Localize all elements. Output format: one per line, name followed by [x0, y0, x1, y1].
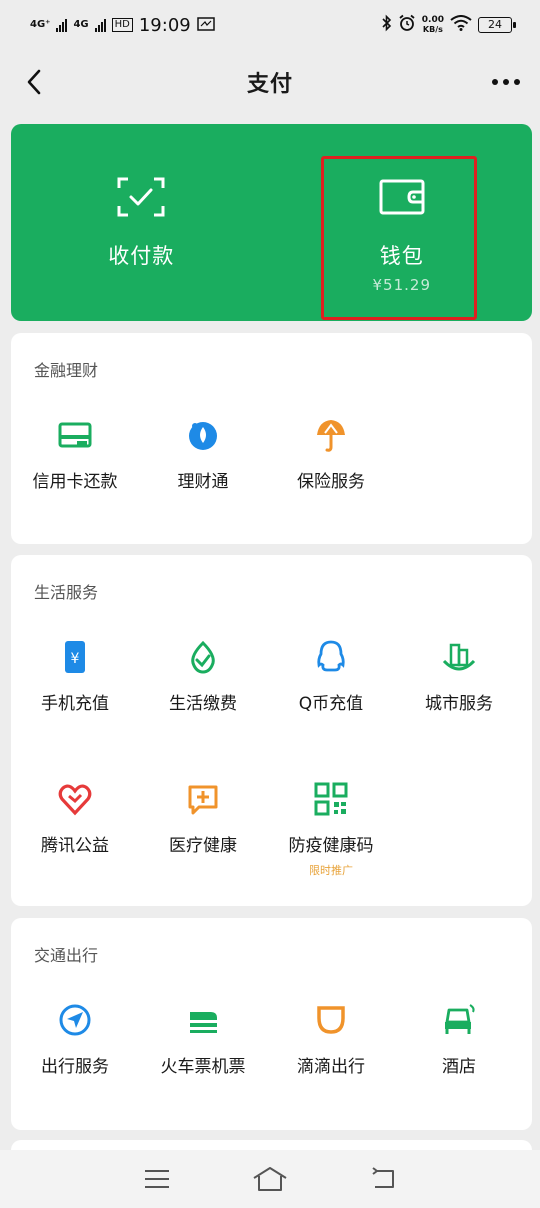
item-label: Q币充值 [298, 694, 364, 714]
travel-section: 交通出行 出行服务 火车票机票 滴滴出行 酒店 [11, 918, 532, 1130]
item-label: 信用卡还款 [32, 472, 118, 492]
clock: 19:09 [138, 14, 191, 36]
wifi-icon [450, 14, 472, 36]
qr-code-icon [314, 782, 348, 816]
signal-icon-2 [94, 18, 106, 32]
signal-icon [56, 18, 68, 32]
life-grid-row-2: 腾讯公益 医疗健康 防疫健康码 限时推广 [11, 781, 532, 878]
section-title: 交通出行 [34, 946, 99, 965]
menu-icon [144, 1170, 169, 1188]
item-label: 腾讯公益 [41, 836, 109, 856]
battery-icon: 24 [478, 17, 516, 33]
item-label: 生活缴费 [169, 694, 237, 714]
finance-grid: 信用卡还款 理财通 保险服务 [11, 417, 532, 492]
medical-button[interactable]: 医疗健康 [139, 781, 267, 878]
return-icon [372, 1167, 395, 1188]
didi-icon [317, 1006, 345, 1034]
item-label: 理财通 [177, 472, 229, 492]
travel-grid: 出行服务 火车票机票 滴滴出行 酒店 [11, 1002, 532, 1077]
wallet-button[interactable]: 钱包 ¥51.29 [272, 124, 533, 321]
medical-icon [188, 785, 218, 815]
qq-penguin-icon [317, 640, 345, 672]
item-label: 城市服务 [425, 694, 493, 714]
item-label: 防疫健康码 [288, 836, 374, 856]
back-button[interactable] [14, 62, 54, 102]
insurance-button[interactable]: 保险服务 [267, 417, 395, 492]
network-type-2: 4G [73, 19, 89, 30]
system-nav-bar [0, 1150, 540, 1208]
section-title: 生活服务 [34, 583, 99, 602]
life-grid-row-1: ¥ 手机充值 生活缴费 Q币充值 城市服务 [11, 639, 532, 714]
phone-recharge-button[interactable]: ¥ 手机充值 [11, 639, 139, 714]
svg-text:¥: ¥ [71, 651, 80, 667]
life-services-section: 生活服务 ¥ 手机充值 生活缴费 Q币充值 城市服务 腾讯公益 医疗健康 防疫健… [11, 555, 532, 906]
wallet-icon [379, 179, 425, 215]
more-dot-icon [492, 79, 498, 85]
train-flight-button[interactable]: 火车票机票 [139, 1002, 267, 1077]
q-coin-button[interactable]: Q币充值 [267, 639, 395, 714]
scan-check-icon [117, 177, 165, 217]
more-dot-icon [503, 79, 509, 85]
didi-button[interactable]: 滴滴出行 [267, 1002, 395, 1077]
alarm-icon [398, 14, 416, 37]
wealth-icon [189, 422, 217, 450]
more-button[interactable] [486, 62, 526, 102]
item-label: 医疗健康 [169, 836, 237, 856]
utility-payment-button[interactable]: 生活缴费 [139, 639, 267, 714]
home-button[interactable] [247, 1159, 293, 1199]
item-label: 酒店 [442, 1057, 476, 1077]
train-icon [190, 1012, 217, 1033]
payment-hero-panel: 收付款 钱包 ¥51.29 [11, 124, 532, 321]
item-label: 手机充值 [41, 694, 109, 714]
menu-button[interactable] [134, 1159, 180, 1199]
city-service-button[interactable]: 城市服务 [395, 639, 523, 714]
item-label: 滴滴出行 [297, 1057, 365, 1077]
item-label: 保险服务 [297, 472, 365, 492]
wallet-balance: ¥51.29 [372, 276, 431, 294]
page-title: 支付 [246, 72, 293, 97]
more-dot-icon [514, 79, 520, 85]
back-arrow-icon [27, 69, 41, 95]
health-code-button[interactable]: 防疫健康码 限时推广 [267, 781, 395, 878]
charity-heart-icon [58, 784, 92, 816]
wealth-button[interactable]: 理财通 [139, 417, 267, 492]
item-label: 火车票机票 [160, 1057, 246, 1077]
battery-level: 24 [488, 18, 502, 31]
network-type-1: 4G⁺ [30, 19, 51, 30]
hd-badge: HD [111, 18, 133, 32]
hotel-button[interactable]: 酒店 [395, 1002, 523, 1077]
collect-pay-label: 收付款 [108, 244, 175, 268]
collect-pay-button[interactable]: 收付款 [11, 124, 272, 321]
status-bar: 4G⁺ 4G HD 19:09 0.00 KB/s 24 [0, 0, 540, 50]
travel-service-button[interactable]: 出行服务 [11, 1002, 139, 1077]
network-speed: 0.00 KB/s [421, 15, 444, 34]
hotel-bed-icon [445, 1004, 475, 1034]
credit-card-repay-button[interactable]: 信用卡还款 [11, 417, 139, 492]
insurance-umbrella-icon [317, 420, 345, 452]
finance-section: 金融理财 信用卡还款 理财通 保险服务 [11, 333, 532, 544]
credit-card-icon [58, 422, 92, 448]
promo-note: 限时推广 [309, 864, 353, 877]
wallet-label: 钱包 [379, 244, 424, 268]
charity-button[interactable]: 腾讯公益 [11, 781, 139, 878]
nav-bar: 支付 [0, 50, 540, 114]
item-label: 出行服务 [41, 1057, 109, 1077]
back-nav-button[interactable] [360, 1159, 406, 1199]
section-title: 金融理财 [34, 361, 99, 380]
city-service-icon [442, 643, 476, 671]
travel-compass-icon [59, 1004, 91, 1036]
phone-recharge-icon: ¥ [65, 641, 85, 673]
notification-icon [196, 15, 215, 36]
utility-payment-icon [191, 640, 215, 674]
home-icon [253, 1167, 287, 1191]
bluetooth-icon [382, 14, 392, 37]
